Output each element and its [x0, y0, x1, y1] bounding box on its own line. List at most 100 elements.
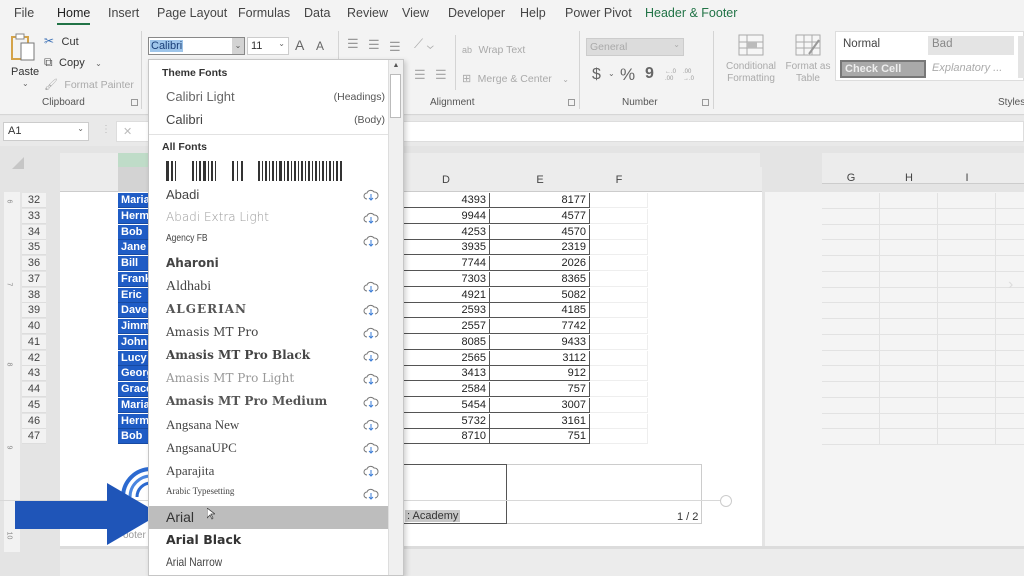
- empty-cell[interactable]: [996, 398, 1024, 414]
- format-painter-button[interactable]: 🖌 Format Painter: [44, 75, 134, 91]
- cell-f[interactable]: [590, 334, 648, 350]
- menu-tab-file[interactable]: File: [14, 6, 34, 20]
- row-header[interactable]: 41: [22, 334, 46, 350]
- empty-cell[interactable]: [822, 366, 880, 382]
- cell-f[interactable]: [590, 397, 648, 413]
- cell-f[interactable]: [590, 350, 648, 366]
- empty-cell[interactable]: [822, 429, 880, 445]
- empty-cell[interactable]: [938, 350, 996, 367]
- font-option-amasis-mt-pro[interactable]: Amasis MT Pro: [149, 322, 389, 345]
- footer-section-right[interactable]: [507, 464, 702, 524]
- cell-e[interactable]: 3112: [490, 350, 590, 366]
- empty-cell[interactable]: [880, 303, 938, 319]
- empty-cell[interactable]: [996, 335, 1024, 351]
- empty-cell[interactable]: [880, 256, 938, 272]
- cell-e[interactable]: 757: [490, 382, 590, 397]
- cell-d[interactable]: 3935: [404, 240, 490, 256]
- font-option-arial-black[interactable]: Arial Black: [149, 529, 389, 552]
- decrease-indent-icon[interactable]: ☰: [414, 67, 426, 83]
- style-normal[interactable]: Normal: [840, 36, 926, 55]
- scrollbar-thumb[interactable]: [390, 74, 401, 118]
- font-option-angsana-new[interactable]: Angsana New: [149, 414, 389, 437]
- empty-cell[interactable]: [822, 303, 880, 319]
- column-header-e[interactable]: E: [490, 174, 590, 186]
- name-cell[interactable]: Bill: [118, 256, 148, 271]
- empty-cell[interactable]: [996, 225, 1024, 241]
- column-header-h[interactable]: H: [880, 172, 938, 184]
- format-as-table-button[interactable]: Format as Table: [784, 34, 832, 90]
- cell-d[interactable]: 4253: [404, 224, 490, 240]
- font-option-aharoni[interactable]: Aharoni: [149, 253, 389, 276]
- empty-cell[interactable]: [822, 334, 880, 351]
- cell-d[interactable]: 8085: [404, 334, 490, 350]
- row-header[interactable]: 44: [22, 382, 46, 397]
- cut-button[interactable]: ✂ Cut: [44, 32, 79, 48]
- cancel-icon[interactable]: ✕: [123, 125, 132, 138]
- cell-d[interactable]: 2593: [404, 303, 490, 319]
- cell-styles-gallery[interactable]: Normal Bad Check Cell Explanatory ...: [835, 31, 1024, 81]
- empty-cell[interactable]: [996, 193, 1024, 209]
- font-name-dropdown-button[interactable]: ⌄: [232, 38, 244, 54]
- row-header[interactable]: 43: [22, 366, 46, 382]
- font-size-box[interactable]: 11 ⌄: [247, 37, 289, 55]
- empty-cell[interactable]: [880, 429, 938, 445]
- menu-tab-page-layout[interactable]: Page Layout: [157, 6, 227, 20]
- orientation-icon[interactable]: ⟋ ⌄: [414, 36, 434, 52]
- cell-d[interactable]: 2557: [404, 319, 490, 334]
- name-cell[interactable]: Bob: [118, 429, 148, 445]
- currency-chevron-icon[interactable]: ⌄: [608, 69, 615, 78]
- cell-f[interactable]: [590, 287, 648, 303]
- empty-cell[interactable]: [996, 382, 1024, 398]
- empty-cell[interactable]: [880, 319, 938, 335]
- merge-center-button[interactable]: ⊞ Merge & Center ⌄: [462, 69, 569, 87]
- font-option-arial[interactable]: Arial: [149, 506, 389, 529]
- empty-cell[interactable]: [996, 351, 1024, 367]
- menu-tab-power-pivot[interactable]: Power Pivot: [565, 6, 632, 20]
- name-cell[interactable]: Grace: [118, 382, 148, 397]
- empty-cell[interactable]: [822, 271, 880, 288]
- cell-d[interactable]: 9944: [404, 208, 490, 224]
- empty-cell[interactable]: [880, 397, 938, 414]
- empty-cell[interactable]: [822, 382, 880, 398]
- name-cell[interactable]: Jimm: [118, 319, 148, 334]
- empty-cell[interactable]: [938, 334, 996, 351]
- font-option-abadi-extra-light[interactable]: Abadi Extra Light: [149, 207, 389, 230]
- empty-cell[interactable]: [822, 240, 880, 256]
- empty-cell[interactable]: [822, 350, 880, 367]
- empty-cell[interactable]: [938, 397, 996, 414]
- empty-cell[interactable]: [938, 287, 996, 304]
- comma-style-button[interactable]: 9: [645, 65, 654, 83]
- empty-cell[interactable]: [880, 287, 938, 304]
- column-header-i[interactable]: I: [938, 172, 996, 184]
- name-cell[interactable]: John: [118, 334, 148, 350]
- font-option-amasis-mt-pro-light[interactable]: Amasis MT Pro Light: [149, 368, 389, 391]
- column-header-g[interactable]: G: [822, 172, 880, 184]
- font-option-abadi[interactable]: Abadi: [149, 184, 389, 207]
- empty-cell[interactable]: [996, 414, 1024, 430]
- number-format-box[interactable]: General ⌄: [586, 38, 684, 56]
- cell-d[interactable]: 5732: [404, 413, 490, 429]
- font-dropdown-list[interactable]: Theme Fonts Calibri Light (Headings) Cal…: [148, 59, 404, 576]
- font-name-box[interactable]: Calibri ⌄: [148, 37, 245, 55]
- empty-cell[interactable]: [996, 240, 1024, 256]
- row-header[interactable]: 42: [22, 350, 46, 366]
- empty-cell[interactable]: [996, 256, 1024, 272]
- empty-cell[interactable]: [822, 193, 880, 209]
- next-page-chevron-icon[interactable]: ›: [1008, 276, 1013, 294]
- column-header-d[interactable]: D: [404, 174, 488, 186]
- font-option-arabic-typesetting[interactable]: Arabic Typesetting: [149, 483, 389, 506]
- empty-cell[interactable]: [996, 319, 1024, 335]
- currency-button[interactable]: $: [592, 66, 601, 84]
- percent-button[interactable]: %: [620, 65, 635, 85]
- select-all-corner[interactable]: [12, 157, 24, 169]
- empty-cell[interactable]: [880, 208, 938, 225]
- font-option-calibri-light[interactable]: Calibri Light (Headings): [149, 86, 389, 109]
- menu-tab-view[interactable]: View: [402, 6, 429, 20]
- empty-cell[interactable]: [880, 240, 938, 256]
- cell-f[interactable]: [590, 224, 648, 240]
- row-header[interactable]: 38: [22, 287, 46, 303]
- cell-e[interactable]: 4185: [490, 303, 590, 319]
- row-header[interactable]: 35: [22, 240, 46, 256]
- row-header[interactable]: 34: [22, 224, 46, 240]
- row-header[interactable]: 32: [22, 193, 46, 208]
